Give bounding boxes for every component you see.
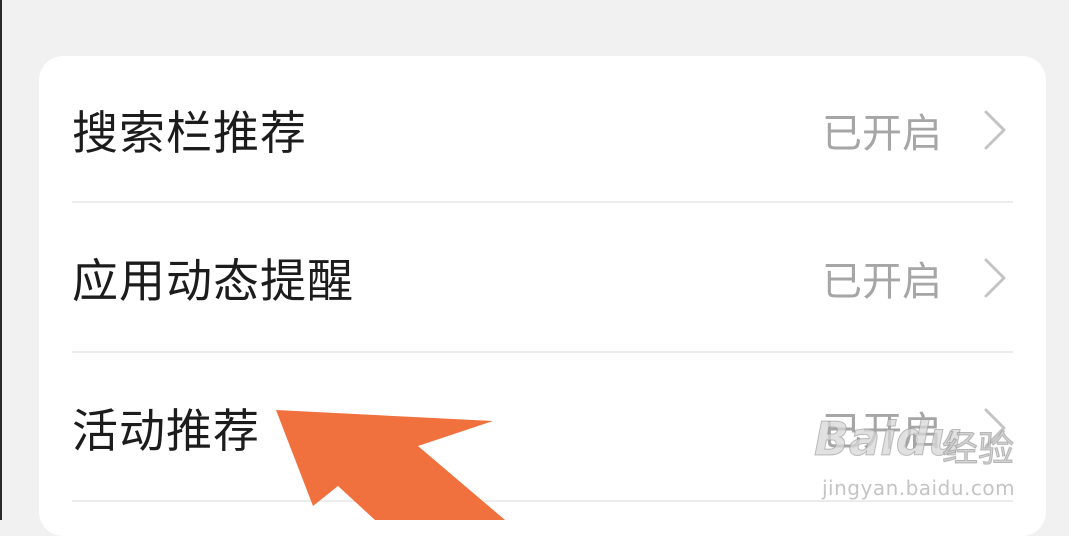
divider <box>72 201 1013 203</box>
settings-item-label: 应用动态提醒 <box>72 254 354 308</box>
settings-item-status: 已开启 <box>822 409 942 455</box>
chevron-right-icon <box>984 408 1006 448</box>
settings-item-activity-recommend[interactable]: 活动推荐 已开启 <box>39 354 1046 502</box>
settings-item-label: 活动推荐 <box>72 404 260 458</box>
screen-edge <box>0 0 2 520</box>
chevron-right-icon <box>984 110 1006 150</box>
settings-item-status: 已开启 <box>822 111 942 157</box>
settings-item-label: 搜索栏推荐 <box>72 106 307 160</box>
divider <box>72 500 1013 502</box>
chevron-right-icon <box>984 258 1006 298</box>
settings-item-search-bar-recommend[interactable]: 搜索栏推荐 已开启 <box>39 56 1046 204</box>
divider <box>72 351 1013 353</box>
settings-item-app-activity-reminder[interactable]: 应用动态提醒 已开启 <box>39 204 1046 352</box>
settings-item-status: 已开启 <box>822 259 942 305</box>
settings-card: 搜索栏推荐 已开启 应用动态提醒 已开启 活动推荐 已开启 <box>39 56 1046 536</box>
